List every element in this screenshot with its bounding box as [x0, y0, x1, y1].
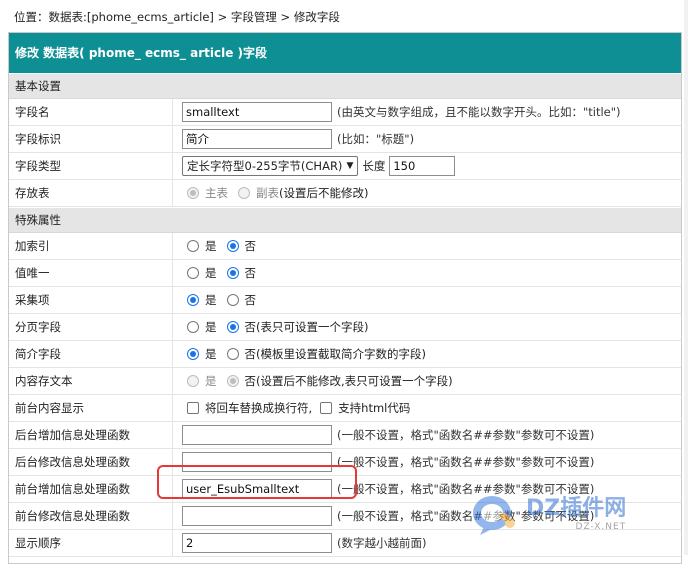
content-store-no-label: 否 — [244, 374, 257, 388]
content-store-yes-label: 是 — [205, 374, 217, 388]
row-storage-table: 存放表 主表 副表 (设置后不能修改) — [9, 180, 681, 207]
paging-yes-label: 是 — [205, 320, 217, 334]
unique-no-radio[interactable] — [226, 267, 239, 279]
length-input[interactable]: 150 — [389, 156, 456, 176]
field-title-input[interactable]: 简介 — [182, 129, 332, 149]
display-order-input[interactable]: 2 — [182, 533, 332, 553]
row-front-add-func: 前台增加信息处理函数 user_EsubSmalltext (一般不设置，格式"… — [9, 476, 681, 503]
newline-checkbox-label: 将回车替换成换行符, — [205, 401, 313, 415]
front-edit-func-label: 前台修改信息处理函数 — [9, 503, 173, 529]
index-no-label: 否 — [244, 239, 257, 253]
add-index-label: 加索引 — [9, 233, 173, 259]
row-display-order: 显示顺序 2 (数字越小越前面) — [9, 530, 681, 557]
paging-yes-radio[interactable] — [187, 321, 199, 333]
breadcrumb: 位置：数据表:[phome_ecms_article] > 字段管理 > 修改字… — [14, 8, 340, 26]
row-collect-item: 采集项 是 否 — [9, 287, 681, 314]
collect-yes-label: 是 — [205, 293, 217, 307]
row-field-name: 字段名 smalltext (由英文与数字组成，且不能以数字开头。比如："tit… — [9, 99, 681, 126]
storage-sub-label: 副表 — [256, 186, 279, 200]
front-add-func-label: 前台增加信息处理函数 — [9, 476, 173, 502]
field-title-label: 字段标识 — [9, 126, 173, 152]
row-paging-field: 分页字段 是 否 (表只可设置一个字段) — [9, 314, 681, 341]
summary-note: (模板里设置截取简介字数的字段) — [256, 347, 426, 361]
unique-label: 值唯一 — [9, 260, 173, 286]
admin-edit-func-input[interactable] — [182, 452, 332, 472]
admin-edit-func-label: 后台修改信息处理函数 — [9, 449, 173, 475]
row-summary-field: 简介字段 是 否 (模板里设置截取简介字数的字段) — [9, 341, 681, 368]
field-type-select[interactable]: 定长字符型0-255字节(CHAR) ▼ — [182, 156, 359, 176]
unique-yes-radio[interactable] — [187, 267, 199, 279]
storage-main-label: 主表 — [205, 186, 228, 200]
breadcrumb-field-mgmt-link[interactable]: 字段管理 — [231, 10, 277, 24]
html-checkbox[interactable] — [320, 402, 333, 414]
paging-no-radio[interactable] — [226, 321, 239, 333]
row-field-title: 字段标识 简介 (比如："标题") — [9, 126, 681, 153]
paging-label: 分页字段 — [9, 314, 173, 340]
html-checkbox-label: 支持html代码 — [338, 401, 411, 415]
form-title: 修改 数据表( phome_ ecms_ article )字段 — [9, 33, 681, 73]
content-store-no-radio[interactable] — [226, 375, 239, 387]
admin-add-func-label: 后台增加信息处理函数 — [9, 422, 173, 448]
field-type-label: 字段类型 — [9, 153, 173, 179]
breadcrumb-separator: > — [213, 10, 231, 24]
chevron-down-icon: ▼ — [346, 161, 354, 171]
front-edit-func-input[interactable] — [182, 506, 332, 526]
row-admin-add-func: 后台增加信息处理函数 (一般不设置，格式"函数名##参数"参数可不设置) — [9, 422, 681, 449]
section-basic-settings: 基本设置 — [9, 73, 681, 99]
newline-checkbox[interactable] — [187, 402, 199, 414]
collect-yes-radio[interactable] — [187, 294, 199, 306]
display-order-hint: (数字越小越前面) — [337, 536, 427, 550]
storage-sub-radio[interactable] — [238, 187, 250, 199]
storage-main-radio[interactable] — [187, 187, 199, 199]
summary-no-radio[interactable] — [226, 348, 239, 360]
admin-add-func-input[interactable] — [182, 425, 332, 445]
content-store-note: (设置后不能修改,表只可设置一个字段) — [256, 374, 453, 388]
row-admin-edit-func: 后台修改信息处理函数 (一般不设置，格式"函数名##参数"参数可不设置) — [9, 449, 681, 476]
row-add-index: 加索引 是 否 — [9, 233, 681, 260]
content-store-yes-radio[interactable] — [187, 375, 199, 387]
row-frontend-display: 前台内容显示 将回车替换成换行符, 支持html代码 — [9, 395, 681, 422]
breadcrumb-prefix: 位置： — [14, 10, 49, 24]
row-front-edit-func: 前台修改信息处理函数 (一般不设置，格式"函数名##参数"参数可不设置) — [9, 503, 681, 530]
breadcrumb-table-link[interactable]: 数据表:[phome_ecms_article] — [49, 10, 214, 24]
front-add-func-input[interactable]: user_EsubSmalltext — [182, 479, 332, 499]
collect-no-radio[interactable] — [226, 294, 239, 306]
frontend-display-label: 前台内容显示 — [9, 395, 173, 421]
storage-note: (设置后不能修改) — [279, 186, 369, 200]
collect-label: 采集项 — [9, 287, 173, 313]
field-name-label: 字段名 — [9, 99, 173, 125]
length-label: 长度 — [362, 159, 386, 173]
field-type-selected: 定长字符型0-255字节(CHAR) — [187, 159, 343, 173]
row-unique-value: 值唯一 是 否 — [9, 260, 681, 287]
content-store-label: 内容存文本 — [9, 368, 173, 394]
paging-note: (表只可设置一个字段) — [256, 320, 369, 334]
field-name-input[interactable]: smalltext — [182, 102, 332, 122]
edit-field-form: 修改 数据表( phome_ ecms_ article )字段 基本设置 字段… — [8, 32, 682, 564]
front-edit-func-hint: (一般不设置，格式"函数名##参数"参数可不设置) — [337, 509, 595, 523]
admin-edit-func-hint: (一般不设置，格式"函数名##参数"参数可不设置) — [337, 455, 595, 469]
summary-yes-radio[interactable] — [187, 348, 199, 360]
front-add-func-hint: (一般不设置，格式"函数名##参数"参数可不设置) — [337, 482, 595, 496]
summary-no-label: 否 — [244, 347, 257, 361]
breadcrumb-current: 修改字段 — [293, 10, 340, 24]
summary-yes-label: 是 — [205, 347, 217, 361]
index-yes-radio[interactable] — [187, 240, 199, 252]
row-content-store: 内容存文本 是 否 (设置后不能修改,表只可设置一个字段) — [9, 368, 681, 395]
display-order-label: 显示顺序 — [9, 530, 173, 556]
index-no-radio[interactable] — [226, 240, 239, 252]
scrollbar[interactable] — [684, 0, 688, 555]
unique-yes-label: 是 — [205, 266, 217, 280]
index-yes-label: 是 — [205, 239, 217, 253]
collect-no-label: 否 — [244, 293, 257, 307]
breadcrumb-separator: > — [276, 10, 294, 24]
field-name-hint: (由英文与数字组成，且不能以数字开头。比如："title") — [337, 105, 621, 119]
row-field-type: 字段类型 定长字符型0-255字节(CHAR) ▼ 长度 150 — [9, 153, 681, 180]
summary-label: 简介字段 — [9, 341, 173, 367]
storage-label: 存放表 — [9, 180, 173, 206]
paging-no-label: 否 — [244, 320, 257, 334]
section-special-attributes: 特殊属性 — [9, 207, 681, 233]
field-title-hint: (比如："标题") — [337, 132, 415, 146]
admin-add-func-hint: (一般不设置，格式"函数名##参数"参数可不设置) — [337, 428, 595, 442]
unique-no-label: 否 — [244, 266, 257, 280]
